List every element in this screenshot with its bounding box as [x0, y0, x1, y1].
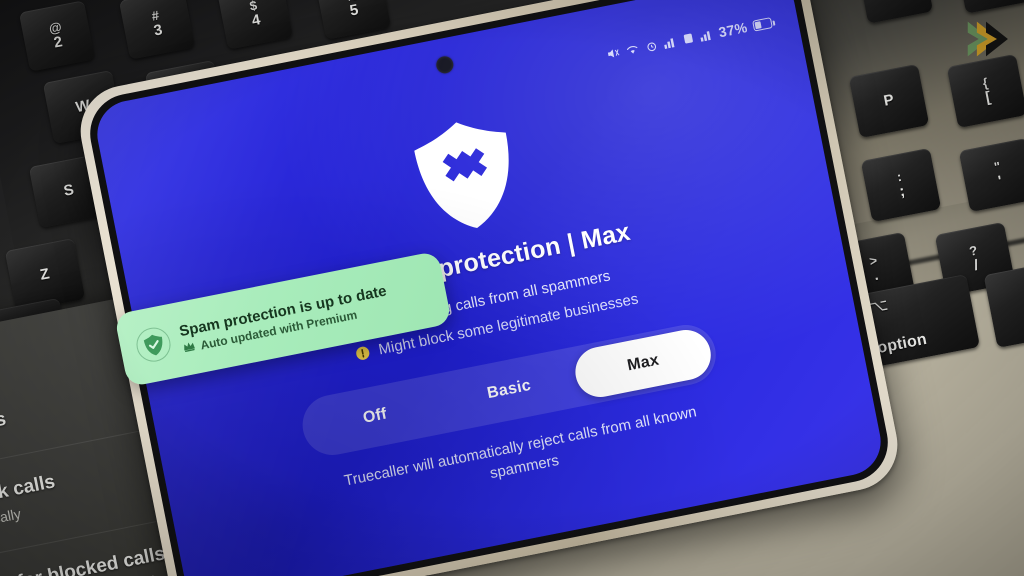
chevron-logo-icon: [962, 18, 1010, 60]
warning-icon: [354, 344, 372, 362]
screenshot-root: @ 2 # 3 $ 4 % 5 _ - + = W E: [0, 0, 1024, 576]
key-5-bottom: 5: [348, 1, 361, 20]
key-4-top: $: [248, 0, 259, 15]
key-s-label: S: [62, 181, 76, 200]
key-equals[interactable]: + =: [954, 0, 1024, 14]
key-3[interactable]: # 3: [118, 0, 196, 60]
key-slash-bottom: /: [972, 256, 980, 275]
shield-check-icon: [133, 324, 174, 365]
segment-max[interactable]: Max: [571, 325, 716, 402]
key-period-bottom: .: [872, 266, 880, 285]
sim-icon: [681, 31, 695, 45]
key-4[interactable]: $ 4: [216, 0, 294, 50]
key-p-label: P: [882, 91, 896, 110]
signal2-icon: [699, 28, 714, 42]
shield-block-icon: [405, 109, 529, 241]
key-option-label: option: [875, 331, 929, 358]
key-p[interactable]: P: [848, 63, 930, 139]
key-slash-top: ?: [968, 242, 979, 260]
key-bracket-left[interactable]: { [: [946, 53, 1024, 129]
key-partial-right[interactable]: [983, 262, 1024, 348]
key-quote[interactable]: " ': [958, 137, 1024, 213]
key-3-top: #: [150, 7, 161, 25]
key-bracket-bottom: [: [984, 88, 993, 107]
phone-screen: 37% Level of protection | Max Blocking c…: [91, 0, 887, 576]
key-minus[interactable]: _ -: [856, 0, 934, 24]
battery-percent: 37%: [717, 19, 749, 41]
key-minus-bottom: -: [892, 0, 900, 3]
key-2[interactable]: @ 2: [18, 0, 96, 72]
key-2-bottom: 2: [52, 33, 65, 52]
segment-basic[interactable]: Basic: [437, 352, 581, 428]
key-z-label: Z: [38, 265, 52, 284]
key-semicolon[interactable]: : ;: [860, 147, 942, 223]
alarm-icon: [644, 38, 659, 53]
key-quote-bottom: ': [996, 172, 1004, 191]
key-2-top: @: [47, 19, 64, 37]
mute-icon: [605, 45, 621, 61]
segment-off[interactable]: Off: [303, 379, 447, 455]
key-period-top: >: [868, 252, 879, 270]
key-4-bottom: 4: [250, 11, 263, 30]
key-3-bottom: 3: [152, 21, 165, 40]
signal-icon: [663, 35, 678, 49]
crown-icon: [181, 339, 196, 355]
key-quote-top: ": [992, 158, 1002, 175]
smartphone: 37% Level of protection | Max Blocking c…: [72, 0, 906, 576]
key-semicolon-top: :: [895, 169, 904, 185]
key-bracket-top: {: [981, 75, 990, 91]
key-semicolon-bottom: ;: [898, 182, 907, 201]
front-camera-icon: [434, 54, 455, 75]
wifi-icon: [624, 41, 640, 57]
battery-icon: [752, 16, 773, 32]
